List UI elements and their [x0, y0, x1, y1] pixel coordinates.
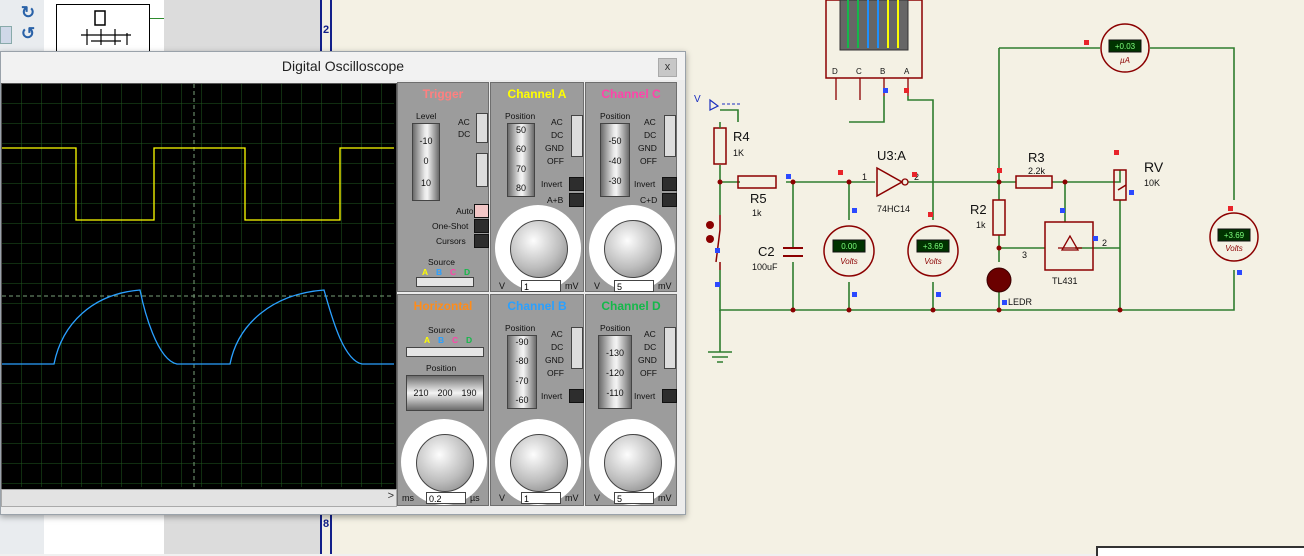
channel-b-panel: Channel B Position -90 -80 -70 -60 AC DC… [490, 294, 584, 506]
voltmeter-1-reading: 0.00 [841, 242, 857, 251]
voltmeter-3-unit: Volts [1225, 244, 1243, 253]
channel-d-coupling-switch[interactable] [664, 327, 676, 369]
channel-a-invert-button[interactable] [569, 177, 584, 191]
channel-b-title: Channel B [507, 299, 567, 313]
channel-d-volts-knob[interactable] [604, 434, 662, 492]
trigger-source-slider[interactable] [416, 277, 474, 287]
redo-icon[interactable]: ↻ [18, 4, 38, 22]
channel-c-coupling-switch[interactable] [664, 115, 676, 157]
horizontal-source-slider[interactable] [406, 347, 484, 357]
toolbar-button[interactable] [0, 26, 12, 44]
undo-icon[interactable]: ↺ [18, 25, 38, 43]
trigger-source-label: Source [428, 257, 455, 267]
channel-a-sum-button[interactable] [569, 193, 584, 207]
horizontal-position-drum[interactable]: 210 200 190 [406, 375, 484, 411]
horizontal-time-knob[interactable] [416, 434, 474, 492]
scope-pin-d: D [832, 67, 838, 76]
one-shot-label: One-Shot [432, 221, 469, 231]
led-name: LEDR [1008, 297, 1033, 307]
trigger-coupling-switch[interactable] [476, 113, 488, 143]
horizontal-title: Horizontal [413, 299, 473, 313]
rv-name: RV [1144, 159, 1164, 175]
c2-name: C2 [758, 244, 775, 259]
channel-b-volts-field: 1 [521, 492, 561, 504]
oscilloscope-window: Digital Oscilloscope x > Trigger Level -… [0, 51, 686, 515]
cursors-label: Cursors [436, 236, 466, 246]
v-source-label: V [694, 94, 701, 105]
scope-pin-b: B [880, 67, 885, 76]
ammeter-unit: µA [1120, 56, 1130, 65]
sheet-row-number: 8 [323, 518, 330, 530]
channel-c-panel: Channel C Position -50 -40 -30 AC DC GND… [585, 82, 677, 292]
one-shot-button[interactable] [474, 219, 489, 233]
channel-c-title: Channel C [601, 87, 661, 101]
auto-button[interactable] [474, 204, 489, 218]
r5-name: R5 [750, 191, 767, 206]
voltmeter-2-reading: +3.69 [923, 242, 944, 251]
channel-a-coupling-switch[interactable] [571, 115, 583, 157]
channel-c-sum-button[interactable] [662, 193, 677, 207]
cursors-button[interactable] [474, 234, 489, 248]
u3-pin1: 1 [862, 172, 867, 182]
sheet-row-number: 2 [323, 24, 330, 36]
r4-name: R4 [733, 129, 750, 144]
channel-d-invert-button[interactable] [662, 389, 677, 403]
channel-a-volts-knob[interactable] [510, 220, 568, 278]
tl431-pin3: 3 [1022, 250, 1027, 260]
channel-a-position-drum[interactable]: 50 60 70 80 [507, 123, 535, 197]
channel-c-invert-button[interactable] [662, 177, 677, 191]
window-title: Digital Oscilloscope [1, 52, 685, 80]
r4-value: 1K [733, 148, 744, 158]
scope-pin-c: C [856, 67, 862, 76]
trigger-panel: Trigger Level -10 0 10 AC DC Auto One-Sh… [397, 82, 489, 292]
tl431-pin2: 2 [1102, 238, 1107, 248]
channel-b-invert-button[interactable] [569, 389, 584, 403]
channel-d-volts-field: 5 [614, 492, 654, 504]
r2-value: 1k [976, 220, 986, 230]
channel-c-volts-field: 5 [614, 280, 654, 292]
channel-a-volts-field: 1 [521, 280, 561, 292]
scope-display [1, 83, 397, 490]
rv-value: 10K [1144, 178, 1160, 188]
channel-a-title: Channel A [507, 87, 567, 101]
r5-value: 1k [752, 208, 762, 218]
channel-a-panel: Channel A Position 50 60 70 80 AC DC GND… [490, 82, 584, 292]
scroll-right-icon[interactable]: > [388, 490, 394, 502]
schematic-diagram: V R4 1K R5 1k C2 100uF U3:A 74HC14 1 2 D… [694, 0, 1259, 363]
overview-thumbnail[interactable] [56, 4, 150, 54]
close-button[interactable]: x [658, 58, 677, 77]
scope-pin-a: A [904, 67, 910, 76]
r3-value: 2.2k [1028, 166, 1046, 176]
channel-c-volts-knob[interactable] [604, 220, 662, 278]
horizontal-scrollbar[interactable]: > [1, 489, 397, 507]
r3-name: R3 [1028, 150, 1045, 165]
horizontal-panel: Horizontal Source A B C D Position 210 2… [397, 294, 489, 506]
u3-name: U3:A [877, 148, 906, 163]
c2-value: 100uF [752, 262, 778, 272]
ammeter-reading: +0.03 [1115, 42, 1136, 51]
tl431-part: TL431 [1052, 276, 1078, 286]
voltmeter-2-unit: Volts [924, 257, 942, 266]
channel-b-volts-knob[interactable] [510, 434, 568, 492]
auto-label: Auto [456, 206, 474, 216]
channel-d-title: Channel D [601, 299, 661, 313]
trigger-title: Trigger [422, 87, 464, 101]
horizontal-time-field: 0.2 [426, 492, 466, 504]
trigger-level-drum[interactable]: -10 0 10 [412, 123, 440, 201]
channel-d-panel: Channel D Position -130 -120 -110 AC DC … [585, 294, 677, 506]
channel-c-position-drum[interactable]: -50 -40 -30 [600, 123, 630, 197]
voltmeter-3-reading: +3.69 [1224, 231, 1245, 240]
voltmeter-1-unit: Volts [840, 257, 858, 266]
channel-b-position-drum[interactable]: -90 -80 -70 -60 [507, 335, 537, 409]
r2-name: R2 [970, 202, 987, 217]
trigger-level-label: Level [416, 111, 437, 121]
u3-part: 74HC14 [877, 204, 910, 214]
channel-d-position-drum[interactable]: -130 -120 -110 [598, 335, 632, 409]
trigger-edge-switch[interactable] [476, 153, 488, 187]
channel-b-coupling-switch[interactable] [571, 327, 583, 369]
